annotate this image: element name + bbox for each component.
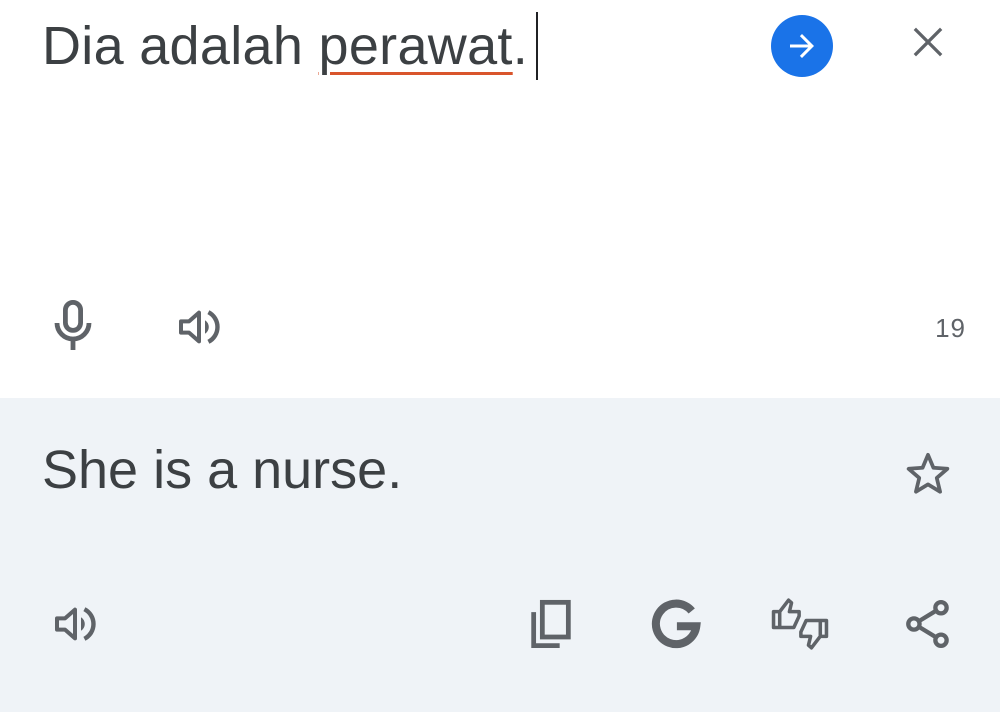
star-outline-icon — [906, 452, 950, 494]
share-translation-button[interactable] — [898, 594, 958, 654]
character-count: 19 — [935, 313, 966, 343]
listen-source-button[interactable] — [170, 300, 226, 354]
thumbs-feedback-icon — [771, 598, 829, 650]
translation-text[interactable]: She is a nurse. — [42, 436, 402, 504]
source-text-part: . — [512, 16, 529, 76]
text-cursor — [536, 12, 538, 80]
speaker-icon — [179, 310, 220, 344]
google-g-icon — [651, 599, 701, 649]
source-text-input[interactable]: Dia adalah perawat. — [42, 12, 528, 80]
clear-button[interactable] — [902, 16, 954, 68]
source-panel: Dia adalah perawat. 19 — [0, 0, 1000, 398]
source-text-part: Dia adalah — [42, 16, 319, 76]
close-icon — [913, 27, 943, 57]
arrow-right-icon — [790, 34, 814, 58]
copy-translation-button[interactable] — [521, 594, 581, 654]
voice-input-button[interactable] — [46, 298, 100, 354]
translate-button[interactable] — [771, 15, 833, 77]
listen-translation-button[interactable] — [44, 594, 104, 654]
speaker-icon — [55, 607, 96, 641]
share-icon — [906, 599, 949, 649]
misspelled-word[interactable]: perawat — [319, 16, 513, 76]
translation-result-panel: She is a nurse. — [0, 398, 1000, 712]
google-search-button[interactable] — [646, 594, 706, 654]
save-translation-button[interactable] — [898, 446, 958, 502]
rate-translation-button[interactable] — [770, 594, 830, 654]
microphone-icon — [54, 300, 92, 350]
copy-icon — [531, 599, 571, 649]
